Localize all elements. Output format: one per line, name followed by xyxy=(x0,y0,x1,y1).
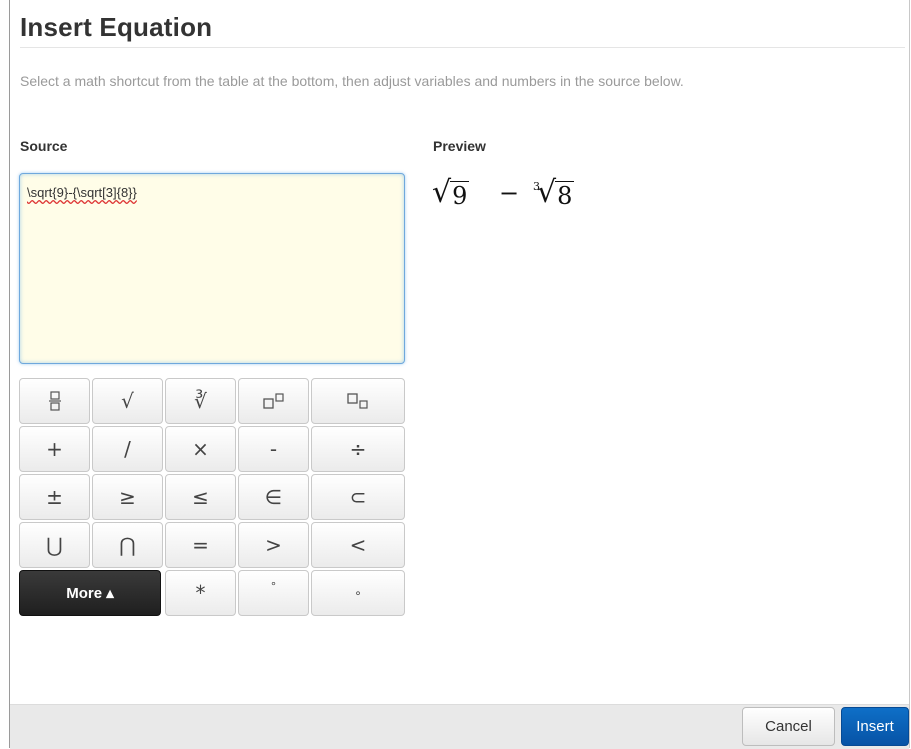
less-equal-key[interactable]: ≤ xyxy=(165,474,236,520)
asterisk-key[interactable]: * xyxy=(165,570,236,616)
subset-key[interactable]: ⊂ xyxy=(311,474,405,520)
superscript-key[interactable] xyxy=(238,378,309,424)
plus-key[interactable]: + xyxy=(19,426,90,472)
minus-sign: − xyxy=(499,179,520,207)
radical-sign: √ xyxy=(537,175,557,210)
minus-key[interactable]: - xyxy=(238,426,309,472)
less-than-key[interactable]: < xyxy=(311,522,405,568)
dialog-left-border xyxy=(9,0,10,748)
greater-equal-key[interactable]: ≥ xyxy=(92,474,163,520)
radicand-2: 8 xyxy=(555,181,575,210)
preview-label: Preview xyxy=(433,138,486,154)
greater-than-key[interactable]: > xyxy=(238,522,309,568)
dialog-right-border xyxy=(909,0,910,748)
cube-root-icon: ∛ xyxy=(194,389,207,413)
source-textarea[interactable]: \sqrt{9}-{\sqrt[3]{8}} xyxy=(19,173,405,364)
title-divider xyxy=(20,47,905,48)
times-key[interactable]: × xyxy=(165,426,236,472)
degree-key[interactable]: ° xyxy=(238,570,309,616)
slash-key[interactable]: / xyxy=(92,426,163,472)
square-root-key[interactable]: √ xyxy=(92,378,163,424)
union-key[interactable]: ⋃ xyxy=(19,522,90,568)
cancel-button[interactable]: Cancel xyxy=(742,707,835,746)
source-label: Source xyxy=(20,138,68,154)
source-text: \sqrt{9}-{\sqrt[3]{8}} xyxy=(27,185,137,200)
fraction-icon xyxy=(48,391,61,411)
compose-key[interactable]: ∘ xyxy=(311,570,405,616)
plus-minus-key[interactable]: ± xyxy=(19,474,90,520)
intersection-key[interactable]: ⋂ xyxy=(92,522,163,568)
fraction-key[interactable] xyxy=(19,378,90,424)
equals-key[interactable]: = xyxy=(165,522,236,568)
instructions-text: Select a math shortcut from the table at… xyxy=(20,73,684,89)
square-root-preview: √ 9 xyxy=(432,175,470,210)
subscript-icon xyxy=(347,393,368,409)
more-button[interactable]: More ▴ xyxy=(19,570,161,616)
insert-button[interactable]: Insert xyxy=(841,707,909,746)
cube-root-preview: √ 8 xyxy=(537,175,575,210)
radical-sign: √ xyxy=(432,175,452,210)
radicand-1: 9 xyxy=(450,181,470,210)
cube-root-key[interactable]: ∛ xyxy=(165,378,236,424)
divide-key[interactable]: ÷ xyxy=(311,426,405,472)
degree-icon: ° xyxy=(270,579,277,593)
dialog-title: Insert Equation xyxy=(20,12,213,42)
element-of-key[interactable]: ∈ xyxy=(238,474,309,520)
subscript-key[interactable] xyxy=(311,378,405,424)
compose-icon: ∘ xyxy=(354,586,362,600)
superscript-icon xyxy=(262,393,284,409)
square-root-icon: √ xyxy=(121,389,134,413)
